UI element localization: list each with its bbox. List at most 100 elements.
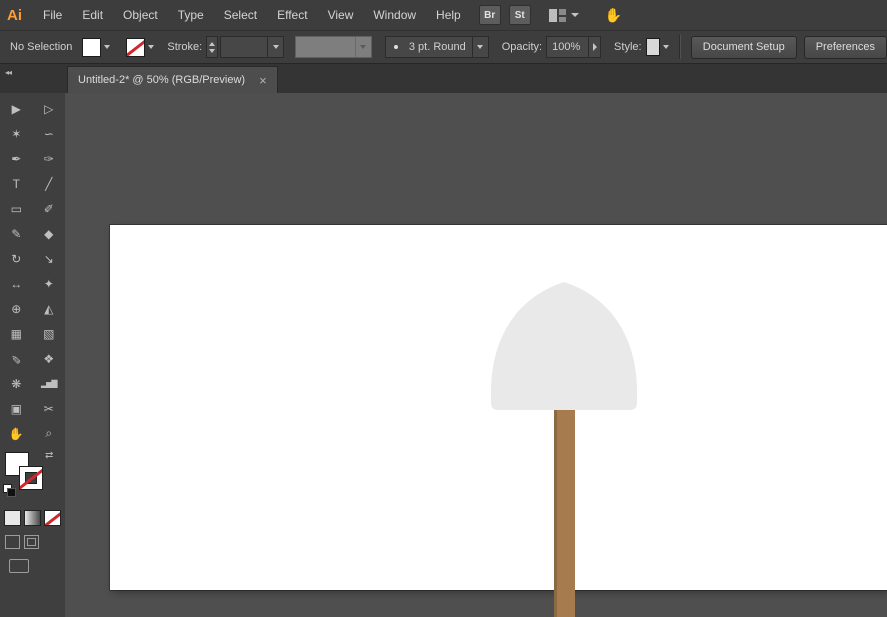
lasso-tool[interactable]: ∽ <box>33 121 66 146</box>
width-tool[interactable]: ↔ <box>0 271 33 296</box>
hand-tool[interactable]: ✋ <box>0 421 33 446</box>
menu-edit[interactable]: Edit <box>72 0 113 30</box>
menu-window[interactable]: Window <box>363 0 426 30</box>
gradient-tool[interactable]: ▧ <box>33 321 66 346</box>
shovel-blade-shape[interactable] <box>491 282 637 410</box>
free-transform-icon: ✦ <box>44 277 54 291</box>
stroke-color-swatch[interactable] <box>126 38 145 57</box>
none-button[interactable] <box>44 510 61 526</box>
rectangle-icon: ▭ <box>11 202 22 216</box>
selection-tool-icon: ▶ <box>12 102 21 116</box>
gradient-button[interactable] <box>24 510 41 526</box>
selection-status: No Selection <box>0 41 82 53</box>
draw-normal-button[interactable] <box>5 535 20 549</box>
pencil-tool[interactable]: ✎ <box>0 221 33 246</box>
step-down-icon[interactable] <box>209 49 215 53</box>
free-transform-tool[interactable]: ✦ <box>33 271 66 296</box>
tools-panel-collapse-icon[interactable]: ◂◂ <box>5 68 11 77</box>
document-setup-button[interactable]: Document Setup <box>691 36 797 59</box>
brush-combo[interactable]: 3 pt. Round <box>385 36 489 58</box>
style-swatch[interactable] <box>646 38 660 56</box>
direct-selection-tool[interactable]: ▷ <box>33 96 66 121</box>
menu-help[interactable]: Help <box>426 0 471 30</box>
slice-tool[interactable]: ✂ <box>33 396 66 421</box>
paintbrush-icon: ✐ <box>44 202 54 216</box>
brush-dropdown[interactable] <box>472 37 488 57</box>
type-tool[interactable]: T <box>0 171 33 196</box>
line-segment-tool[interactable]: ╱ <box>33 171 66 196</box>
rotate-icon: ↻ <box>11 252 21 266</box>
eyedropper-icon: ✎ <box>11 352 21 366</box>
illustrator-window: { "app": { "logo": "Ai", "menus": ["File… <box>0 0 887 617</box>
width-tool-icon: ↔ <box>10 277 22 291</box>
line-segment-icon: ╱ <box>45 177 52 191</box>
workspace-switcher-icon[interactable] <box>549 9 566 22</box>
column-graph-tool[interactable]: ▂▅▇ <box>33 371 66 396</box>
opacity-input[interactable]: 100% <box>546 36 589 58</box>
mesh-tool[interactable]: ▦ <box>0 321 33 346</box>
artboard-icon: ▣ <box>11 402 22 416</box>
zoom-tool[interactable]: ⌕ <box>33 421 66 446</box>
stroke-weight-stepper[interactable] <box>206 36 218 58</box>
mesh-icon: ▦ <box>11 327 22 341</box>
artboard-tool[interactable]: ▣ <box>0 396 33 421</box>
touch-workspace-icon[interactable]: ✋ <box>605 7 622 24</box>
perspective-grid-tool[interactable]: ◭ <box>33 296 66 321</box>
menu-effect[interactable]: Effect <box>267 0 317 30</box>
chevron-down-icon[interactable] <box>571 13 579 17</box>
menu-view[interactable]: View <box>318 0 364 30</box>
column-graph-icon: ▂▅▇ <box>41 379 56 388</box>
draw-inside-button[interactable] <box>24 535 39 549</box>
symbol-sprayer-icon: ❋ <box>11 377 21 391</box>
fill-chevron-icon[interactable] <box>104 45 110 49</box>
document-tab[interactable]: Untitled-2* @ 50% (RGB/Preview) × <box>67 66 278 93</box>
selection-tool[interactable]: ▶ <box>0 96 33 121</box>
fill-stroke-chips: ⇄ <box>0 450 65 500</box>
menu-object[interactable]: Object <box>113 0 168 30</box>
document-tab-title[interactable]: Untitled-2* @ 50% (RGB/Preview) <box>78 74 245 86</box>
menu-type[interactable]: Type <box>168 0 214 30</box>
menu-select[interactable]: Select <box>214 0 267 30</box>
eraser-tool[interactable]: ◆ <box>33 221 66 246</box>
swap-fill-stroke-icon[interactable]: ⇄ <box>45 450 53 461</box>
opacity-options-button[interactable] <box>589 36 601 58</box>
preferences-button[interactable]: Preferences <box>804 36 887 59</box>
shovel-handle-shape[interactable] <box>554 393 575 617</box>
shape-builder-tool[interactable]: ⊕ <box>0 296 33 321</box>
pen-tool[interactable]: ✒ <box>0 146 33 171</box>
stroke-weight-dropdown[interactable] <box>267 37 283 57</box>
stroke-chevron-icon[interactable] <box>148 45 154 49</box>
stroke-weight-label: Stroke: <box>167 41 202 53</box>
stroke-weight-combo[interactable] <box>220 36 284 58</box>
bridge-button[interactable]: Br <box>479 5 501 25</box>
scale-tool[interactable]: ↘ <box>33 246 66 271</box>
default-fill-stroke-icon[interactable] <box>3 484 16 497</box>
brush-preview-icon <box>394 45 398 49</box>
canvas-area[interactable] <box>65 93 887 617</box>
curvature-tool[interactable]: ✑ <box>33 146 66 171</box>
slice-icon: ✂ <box>44 402 54 416</box>
stock-button[interactable]: St <box>509 5 531 25</box>
paintbrush-tool[interactable]: ✐ <box>33 196 66 221</box>
screen-mode-button[interactable] <box>9 559 29 573</box>
rectangle-tool[interactable]: ▭ <box>0 196 33 221</box>
magic-wand-tool[interactable]: ✶ <box>0 121 33 146</box>
menu-file[interactable]: File <box>33 0 72 30</box>
brush-value[interactable]: 3 pt. Round <box>403 41 472 53</box>
style-chevron-icon[interactable] <box>663 45 669 49</box>
stroke-chip[interactable] <box>19 466 43 490</box>
draw-mode-row <box>0 526 65 549</box>
opacity-label: Opacity: <box>502 41 542 53</box>
tools-grid: ▶ ▷ ✶ ∽ ✒ ✑ T ╱ ▭ ✐ ✎ ◆ ↻ ↘ ↔ ✦ ⊕ ◭ ▦ ▧ … <box>0 93 65 446</box>
eyedropper-tool[interactable]: ✎ <box>0 346 33 371</box>
step-up-icon[interactable] <box>209 42 215 46</box>
close-icon[interactable]: × <box>259 74 267 87</box>
menu-bar: Ai File Edit Object Type Select Effect V… <box>0 0 887 31</box>
color-button[interactable] <box>4 510 21 526</box>
fill-color-swatch[interactable] <box>82 38 101 57</box>
blend-tool[interactable]: ❖ <box>33 346 66 371</box>
rotate-tool[interactable]: ↻ <box>0 246 33 271</box>
width-profile-dropdown <box>355 37 371 57</box>
symbol-sprayer-tool[interactable]: ❋ <box>0 371 33 396</box>
separator <box>679 35 681 59</box>
